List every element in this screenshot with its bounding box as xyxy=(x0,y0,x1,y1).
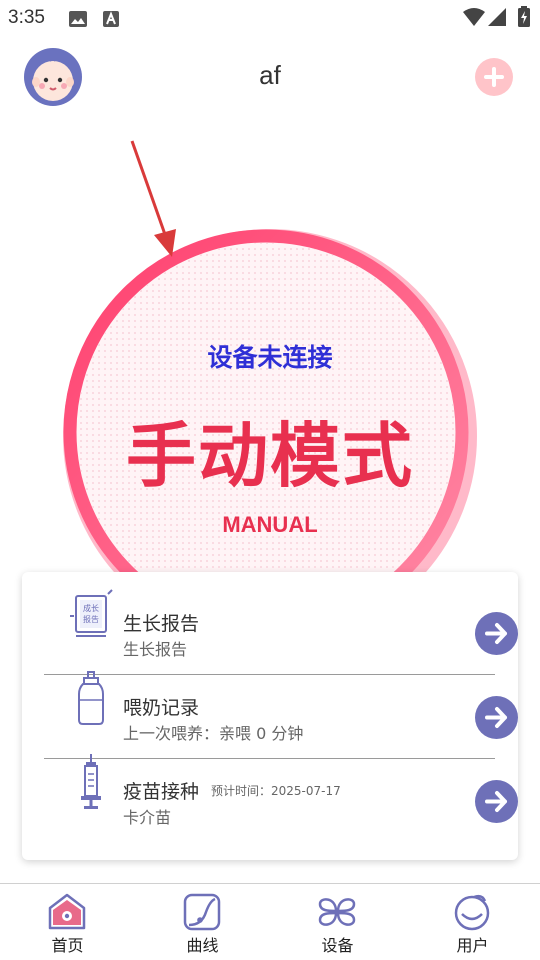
go-button[interactable] xyxy=(475,696,518,739)
syringe-icon xyxy=(81,754,101,809)
nav-item-home[interactable]: 首页 xyxy=(0,884,135,960)
mode-title-en: MANUAL xyxy=(222,512,318,537)
nav-item-device[interactable]: 设备 xyxy=(270,884,405,960)
arrow-right-icon xyxy=(485,791,507,812)
feature-card: 成长 报告 生长报告 生长报告 喂奶记录 上一次喂养：亲喂 0 分钟 疫苗接种 … xyxy=(22,572,518,860)
nav-label: 曲线 xyxy=(186,936,219,955)
baby-bottle-icon xyxy=(78,671,104,725)
nav-item-curve[interactable]: 曲线 xyxy=(135,884,270,960)
bottom-nav: 首页 曲线 设备 用户 xyxy=(0,883,540,960)
pointer-arrow-icon xyxy=(130,140,176,257)
arrow-right-icon xyxy=(485,623,507,644)
user-icon xyxy=(454,894,490,931)
go-button[interactable] xyxy=(475,612,518,655)
growth-report-icon: 成长 报告 xyxy=(70,589,113,637)
list-item-growth-report[interactable]: 成长 报告 生长报告 生长报告 xyxy=(44,572,518,659)
row-subtitle: 卡介苗 xyxy=(123,808,172,827)
device-icon xyxy=(318,898,356,926)
nav-label: 设备 xyxy=(321,936,354,955)
row-title: 生长报告 xyxy=(123,613,200,635)
nav-label: 用户 xyxy=(456,936,489,955)
nav-label: 首页 xyxy=(51,936,84,955)
arrow-right-icon xyxy=(485,707,507,728)
nav-item-user[interactable]: 用户 xyxy=(405,884,540,960)
list-item-feeding-record[interactable]: 喂奶记录 上一次喂养：亲喂 0 分钟 xyxy=(44,656,518,743)
list-item-vaccination[interactable]: 疫苗接种 预计时间：2025-07-17 卡介苗 xyxy=(44,740,518,827)
connection-status: 设备未连接 xyxy=(207,343,333,372)
mode-title: 手动模式 xyxy=(126,415,414,497)
row-note: 预计时间：2025-07-17 xyxy=(211,784,341,798)
curve-icon xyxy=(183,893,221,931)
svg-text:报告: 报告 xyxy=(83,614,99,624)
home-icon xyxy=(48,893,86,930)
row-title: 疫苗接种 xyxy=(123,781,200,803)
svg-text:成长: 成长 xyxy=(83,603,99,613)
row-title: 喂奶记录 xyxy=(123,697,200,719)
go-button[interactable] xyxy=(475,780,518,823)
